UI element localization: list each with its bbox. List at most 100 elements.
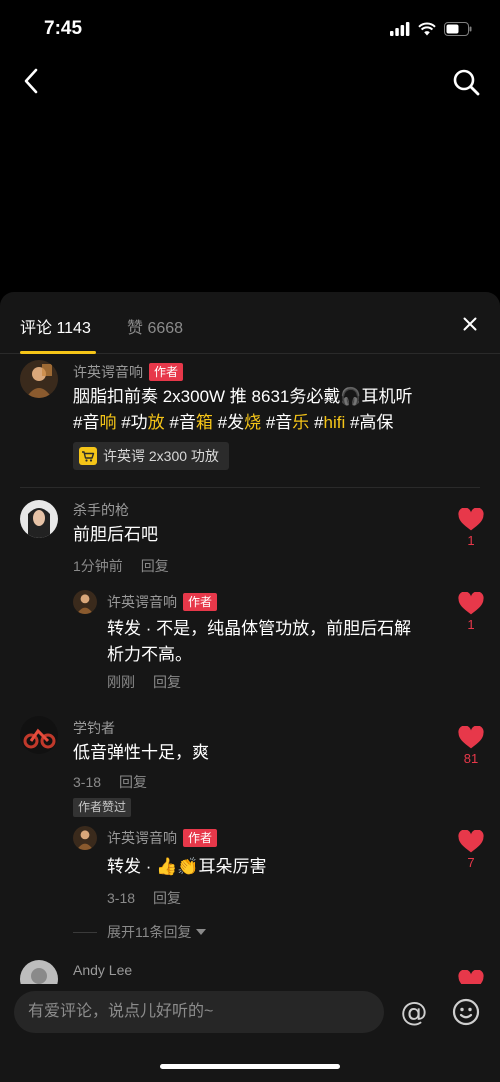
comment-input[interactable] [14, 991, 384, 1033]
comment-author-name[interactable]: 杀手的枪 [73, 500, 129, 520]
like-count: 1 [467, 533, 475, 548]
status-time: 7:45 [44, 18, 83, 39]
hashtag[interactable]: #音乐 [266, 413, 309, 432]
avatar[interactable] [20, 960, 58, 984]
reply-meta: 刚刚 回复 [107, 672, 181, 692]
hashtag[interactable]: #音箱 [169, 413, 212, 432]
like-button[interactable]: 7 [456, 830, 486, 870]
like-count: 81 [463, 751, 479, 766]
reply-author-name[interactable]: 许英谔音响 作者 [107, 592, 218, 612]
expand-replies-label: 展开11条回复 [107, 924, 192, 940]
search-icon [453, 69, 480, 96]
like-count: 7 [467, 855, 475, 870]
avatar-image [73, 590, 97, 614]
like-count: 1 [467, 617, 475, 632]
avatar-image [20, 960, 58, 984]
smiley-icon [452, 998, 480, 1026]
comment-text-line: 胭脂扣前奏 2x300W 推 8631务必戴🎧耳机听 [73, 387, 413, 406]
hashtag-line: #音响 #功放 #音箱 #发烧 #音乐 #hifi #高保 [73, 410, 473, 436]
hashtag[interactable]: #功放 [121, 413, 164, 432]
author-name-text: 许英谔音响 [107, 594, 177, 610]
like-button[interactable]: 1 [456, 592, 486, 632]
shopping-cart-icon [79, 447, 97, 465]
tab-comments[interactable]: 评论 1143 [20, 314, 91, 338]
home-indicator [160, 1064, 340, 1069]
product-card[interactable]: 许英谔 2x300 功放 [73, 442, 229, 470]
avatar[interactable] [20, 500, 58, 538]
avatar[interactable] [20, 360, 58, 398]
comment-text: 前胆后石吧 [73, 525, 158, 544]
comment-author-name[interactable]: 许英谔音响 作者 [73, 362, 184, 382]
expand-divider [73, 932, 97, 933]
comment-meta: 3-18 回复 [73, 772, 147, 792]
reply-text-line: 转发 · 不是，纯晶体管功放，前胆后石解 [107, 619, 412, 638]
hashtag[interactable]: #hifi [314, 413, 345, 432]
hashtag[interactable]: #高保 [350, 413, 393, 432]
product-label: 许英谔 2x300 功放 [103, 448, 219, 464]
comment-author-name[interactable]: 学钓者 [73, 718, 115, 738]
hashtag[interactable]: #音响 [73, 413, 116, 432]
chevron-left-icon [24, 68, 38, 94]
author-tag: 作者 [183, 829, 218, 847]
comment-time: 3-18 [73, 774, 102, 790]
author-name-text: 许英谔音响 [73, 364, 143, 380]
heart-icon [458, 592, 484, 615]
like-button[interactable]: 1 [456, 508, 486, 548]
top-nav [0, 60, 500, 104]
comment-text: 低音弹性十足，爽 [73, 743, 209, 762]
wifi-icon [418, 22, 436, 36]
comment-input-box[interactable] [14, 991, 384, 1033]
expand-replies-button[interactable]: 展开11条回复 [107, 922, 206, 942]
comment-meta: 1分钟前 回复 [73, 556, 169, 576]
heart-icon [458, 970, 484, 984]
status-icons [390, 22, 472, 36]
divider [20, 487, 480, 488]
reply-text: 转发 · 👍👏耳朵厉害 [107, 857, 267, 876]
avatar-image [20, 716, 58, 754]
author-tag: 作者 [183, 593, 218, 611]
emoji-button[interactable] [450, 996, 482, 1028]
reply-button[interactable]: 回复 [119, 774, 147, 790]
avatar[interactable] [73, 590, 97, 614]
panel-tabs: 评论 1143 赞 6668 [0, 292, 500, 354]
comment-list: 许英谔音响 作者 胭脂扣前奏 2x300W 推 8631务必戴🎧耳机听 #音响 #… [0, 354, 500, 984]
hashtag[interactable]: #发烧 [218, 413, 261, 432]
close-button[interactable] [460, 314, 480, 334]
reply-button[interactable]: 回复 [141, 558, 169, 574]
tab-likes[interactable]: 赞 6668 [127, 314, 183, 338]
reply-time: 刚刚 [107, 674, 135, 690]
heart-icon [458, 726, 484, 749]
mention-button[interactable]: @ [398, 996, 430, 1028]
reply-button[interactable]: 回复 [153, 674, 181, 690]
battery-icon [444, 22, 472, 36]
reply-text: 转发 · 不是，纯晶体管功放，前胆后石解 析力不高。 [107, 616, 447, 668]
avatar-image [73, 826, 97, 850]
status-bar: 7:45 [0, 0, 500, 60]
comment-author-name[interactable]: Andy Lee [73, 962, 132, 978]
avatar[interactable] [73, 826, 97, 850]
avatar-image [20, 500, 58, 538]
avatar-image [20, 360, 58, 398]
at-icon: @ [400, 996, 428, 1028]
reply-meta: 3-18 回复 [107, 888, 181, 908]
reply-time: 3-18 [107, 890, 136, 906]
like-button[interactable] [456, 970, 486, 984]
author-liked-badge: 作者赞过 [73, 798, 132, 817]
avatar[interactable] [20, 716, 58, 754]
reply-text-line: 析力不高。 [107, 645, 192, 664]
heart-icon [458, 508, 484, 531]
comments-panel: 评论 1143 赞 6668 许英谔音响 作者 胭脂扣前奏 2x300W 推 8… [0, 292, 500, 1082]
comment-text: 胭脂扣前奏 2x300W 推 8631务必戴🎧耳机听 #音响 #功放 #音箱 #… [73, 384, 473, 436]
signal-icon [390, 22, 410, 36]
close-icon [463, 317, 477, 331]
like-button[interactable]: 81 [456, 726, 486, 766]
heart-icon [458, 830, 484, 853]
back-button[interactable] [14, 64, 48, 98]
reply-button[interactable]: 回复 [153, 890, 181, 906]
author-name-text: 许英谔音响 [107, 830, 177, 846]
caret-down-icon [195, 928, 206, 935]
search-button[interactable] [448, 64, 484, 100]
author-tag: 作者 [149, 363, 184, 381]
comment-time: 1分钟前 [73, 558, 123, 574]
reply-author-name[interactable]: 许英谔音响 作者 [107, 828, 218, 848]
